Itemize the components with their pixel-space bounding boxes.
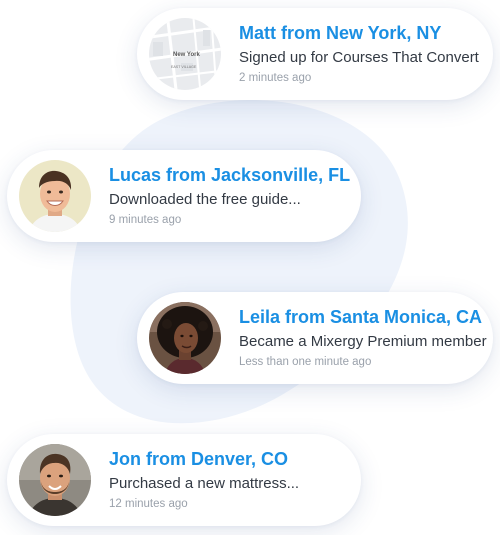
map-thumbnail: New York EAST VILLAGE xyxy=(149,18,221,90)
map-icon: New York EAST VILLAGE xyxy=(149,18,221,90)
avatar xyxy=(149,302,221,374)
notification-time: 12 minutes ago xyxy=(109,498,188,510)
notification-action: Became a Mixergy Premium member xyxy=(239,333,487,350)
avatar xyxy=(19,444,91,516)
notification-title: Lucas from Jacksonville, FL xyxy=(109,165,351,185)
notification-title: Matt from New York, NY xyxy=(239,23,442,43)
notification-action: Downloaded the free guide... xyxy=(109,191,301,208)
notification-card[interactable]: Jon from Denver, CO Purchased a new matt… xyxy=(7,434,361,526)
notification-title: Leila from Santa Monica, CA xyxy=(239,307,483,327)
user-photo-icon xyxy=(19,444,91,516)
notification-time: 2 minutes ago xyxy=(239,72,312,84)
user-photo-icon xyxy=(19,160,91,232)
notification-time: 9 minutes ago xyxy=(109,214,182,226)
user-photo-icon xyxy=(149,302,221,374)
notification-time: Less than one minute ago xyxy=(239,356,372,368)
notification-card[interactable]: Leila from Santa Monica, CA Became a Mix… xyxy=(137,292,493,384)
notification-card[interactable]: Lucas from Jacksonville, FL Downloaded t… xyxy=(7,150,361,242)
notification-card[interactable]: New York EAST VILLAGE Matt from New York… xyxy=(137,8,493,100)
map-area-label: EAST VILLAGE xyxy=(171,65,197,69)
notification-showcase: New York EAST VILLAGE Matt from New York… xyxy=(0,0,500,535)
background-blob xyxy=(70,100,408,424)
map-city-label: New York xyxy=(173,52,200,58)
notification-title: Jon from Denver, CO xyxy=(109,449,289,469)
notification-action: Purchased a new mattress... xyxy=(109,475,300,492)
avatar xyxy=(19,160,91,232)
notification-action: Signed up for Courses That Convert xyxy=(239,49,479,66)
